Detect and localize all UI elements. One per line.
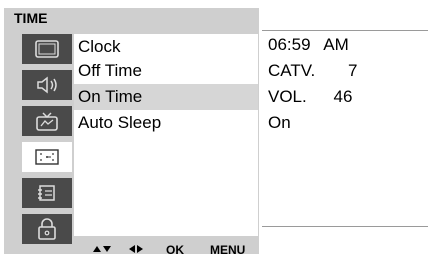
- off-time-value: CATV. 7: [268, 58, 357, 84]
- volume-value: 46: [333, 87, 353, 106]
- input-value: 7: [347, 61, 358, 80]
- lock-icon: [38, 218, 56, 240]
- ok-hint: OK: [166, 243, 184, 257]
- auto-sleep-value: On: [268, 113, 291, 132]
- category-audio[interactable]: [22, 70, 72, 100]
- category-channel[interactable]: [22, 106, 72, 136]
- volume-label: VOL.: [268, 87, 307, 106]
- speaker-icon: [37, 76, 57, 94]
- tv-icon: [36, 112, 58, 131]
- menu-item-clock[interactable]: Clock: [74, 34, 258, 60]
- time-menu-list: Clock Off Time On Time Auto Sleep: [74, 34, 258, 236]
- category-option[interactable]: [22, 178, 72, 208]
- menu-item-on-time[interactable]: On Time: [74, 84, 258, 110]
- settings-icon: [38, 185, 55, 201]
- menu-item-off-time[interactable]: Off Time: [74, 58, 258, 84]
- category-lock[interactable]: [22, 214, 72, 244]
- menu-title: TIME: [14, 10, 48, 26]
- clock-value: 06:59 AM: [268, 32, 349, 58]
- clock-ampm: AM: [323, 35, 349, 54]
- values-panel: 06:59 AM CATV. 7 VOL. 46 On: [262, 30, 428, 230]
- divider: [262, 226, 428, 227]
- clock-time: 06:59: [268, 35, 311, 54]
- category-screen[interactable]: [22, 34, 72, 64]
- menu-hint: MENU: [210, 243, 246, 257]
- category-sidebar: [22, 34, 72, 246]
- screen-icon: [35, 40, 59, 58]
- clock-icon: [35, 149, 59, 165]
- input-label: CATV.: [268, 61, 316, 80]
- up-down-arrows-icon: [92, 240, 112, 255]
- left-right-arrows-icon: [128, 240, 144, 255]
- on-time-value: VOL. 46: [268, 84, 352, 110]
- menu-item-auto-sleep[interactable]: Auto Sleep: [74, 110, 258, 136]
- category-time[interactable]: [22, 142, 72, 172]
- osd-menu-panel: TIME Clock Off Time On Time Auto Sleep O…: [4, 8, 259, 257]
- divider: [262, 30, 428, 31]
